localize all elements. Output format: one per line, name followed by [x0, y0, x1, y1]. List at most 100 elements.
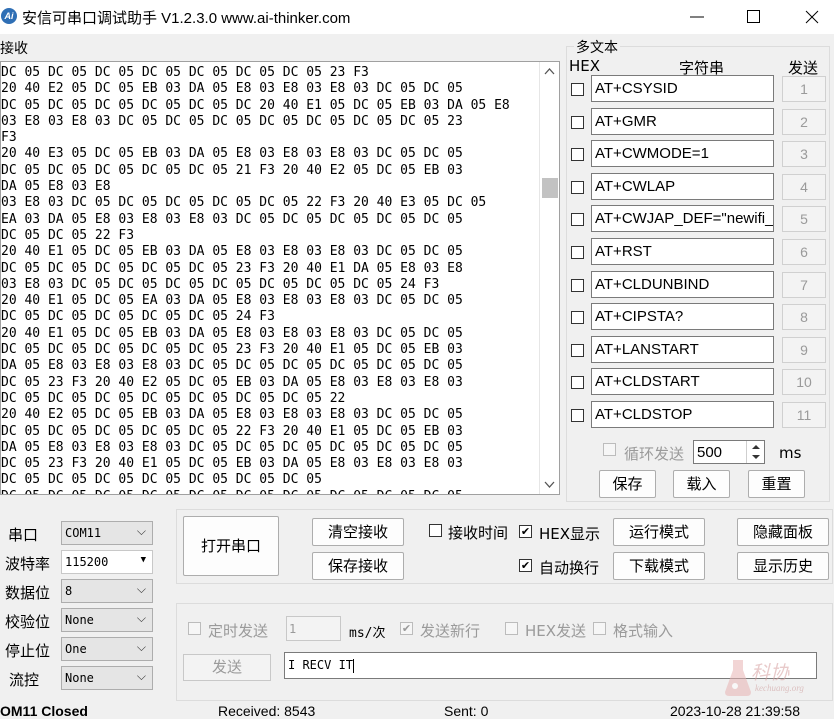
download-mode-button[interactable]: 下载模式	[613, 552, 705, 580]
send-newline-label: 发送新行	[420, 622, 481, 640]
auto-wrap-checkbox[interactable]: ✔	[519, 559, 532, 572]
loop-interval-value: 500	[697, 444, 723, 461]
multi-send-button[interactable]: 10	[782, 369, 826, 396]
multi-hex-checkbox[interactable]	[571, 115, 584, 129]
multi-string-input[interactable]: AT+CWMODE=1	[591, 140, 774, 168]
receive-line: DA 05 E8 03 E8 03 E8 03 DC 05 DC 05 DC 0…	[1, 439, 463, 455]
maximize-icon	[747, 10, 760, 23]
receive-line: DC 05 DC 05 DC 05 DC 05 DC 05 DC 05 DC 0…	[1, 472, 322, 488]
multi-send-button[interactable]: 3	[782, 141, 826, 168]
timed-send-checkbox[interactable]	[188, 622, 201, 635]
format-input-checkbox[interactable]	[593, 622, 606, 635]
maximize-button[interactable]	[725, 0, 781, 34]
watermark-logo: 科协 kechuang.org	[723, 652, 819, 700]
databits-select[interactable]: 8 ⌵	[61, 579, 153, 603]
receive-line: DC 05 DC 05 DC 05 DC 05 DC 05 DC 05 DC 0…	[1, 65, 369, 80]
flow-select[interactable]: None ⌵	[61, 666, 153, 690]
hex-send-label: HEX发送	[525, 622, 587, 640]
multi-hex-checkbox[interactable]	[571, 246, 584, 259]
show-history-button[interactable]: 显示历史	[737, 552, 829, 580]
scroll-up-icon[interactable]	[540, 64, 559, 80]
multi-send-button[interactable]: 9	[782, 336, 826, 363]
multi-hex-checkbox[interactable]	[571, 148, 584, 162]
multi-hex-checkbox[interactable]	[571, 213, 584, 227]
receive-line: DC 05 DC 05 DC 05 DC 05 DC 05 DC 05 DC 0…	[1, 390, 346, 406]
receive-line: DA 05 E8 03 E8	[1, 179, 111, 195]
receive-textarea[interactable]: DC 05 DC 05 DC 05 DC 05 DC 05 DC 05 DC 0…	[0, 61, 560, 495]
baud-select[interactable]: 115200 ▼	[61, 550, 153, 574]
status-bar: OM11 Closed Received: 8543 Sent: 0 2023-…	[0, 701, 834, 719]
multi-send-button[interactable]: 8	[782, 304, 826, 331]
reset-multi-button[interactable]: 重置	[748, 470, 805, 498]
port-select[interactable]: COM11 ⌵	[61, 521, 153, 545]
flow-label: 流控	[9, 671, 40, 689]
interval-input[interactable]: 1	[286, 616, 341, 641]
multi-string-input[interactable]: AT+CLDSTART	[591, 368, 774, 396]
multi-string-input[interactable]: AT+CWJAP_DEF="newifi_	[591, 205, 774, 233]
receive-line: DC 05 23 F3 20 40 E1 05 DC 05 EB 03 DA 0…	[1, 456, 463, 472]
receive-scrollbar[interactable]	[539, 62, 559, 494]
multi-string-input[interactable]: AT+GMR	[591, 107, 774, 135]
multi-hex-checkbox[interactable]	[571, 278, 584, 292]
multi-hex-checkbox[interactable]	[571, 311, 584, 325]
stopbits-value: One	[65, 642, 87, 656]
multi-string-input[interactable]: AT+CWLAP	[591, 172, 774, 200]
stopbits-select[interactable]: One ⌵	[61, 637, 153, 661]
multi-string-input[interactable]: AT+CLDUNBIND	[591, 270, 774, 298]
multi-send-button[interactable]: 1	[782, 76, 826, 102]
loop-send-checkbox[interactable]	[603, 443, 616, 456]
chevron-down-icon: ⌵	[136, 669, 146, 683]
multi-send-button[interactable]: 6	[782, 239, 826, 265]
multi-string-input[interactable]: AT+CLDSTOP	[591, 401, 774, 428]
baud-value: 115200	[65, 555, 109, 569]
caret-down-icon: ▼	[140, 555, 146, 565]
receive-time-checkbox[interactable]	[429, 524, 442, 537]
clear-receive-button[interactable]: 清空接收	[312, 518, 404, 546]
spinner-arrows-icon	[752, 445, 760, 459]
run-mode-button[interactable]: 运行模式	[613, 518, 705, 546]
send-newline-checkbox[interactable]: ✔	[400, 622, 413, 635]
multi-string-input[interactable]: AT+CIPSTA?	[591, 303, 774, 331]
multi-string-input[interactable]: AT+CSYSID	[591, 75, 774, 102]
save-multi-button[interactable]: 保存	[599, 470, 656, 498]
multi-hex-checkbox[interactable]	[571, 409, 584, 422]
receive-line: 20 40 E2 05 DC 05 EB 03 DA 05 E8 03 E8 0…	[1, 407, 463, 423]
multi-send-button[interactable]: 4	[782, 173, 826, 200]
receive-line: 20 40 E1 05 DC 05 EB 03 DA 05 E8 03 E8 0…	[1, 244, 463, 260]
multi-hex-checkbox[interactable]	[571, 376, 584, 390]
receive-line: DC 05 DC 05 DC 05 DC 05 DC 05 DC 20 40 E…	[1, 97, 510, 113]
multi-text-title: 多文本	[574, 37, 620, 57]
text-cursor	[353, 658, 355, 673]
close-button[interactable]	[781, 0, 834, 34]
databits-value: 8	[65, 584, 73, 598]
receive-line: 03 E8 03 DC 05 DC 05 DC 05 DC 05 DC 05 D…	[1, 276, 440, 292]
parity-select[interactable]: None ⌵	[61, 608, 153, 632]
multi-string-input[interactable]: AT+RST	[591, 238, 774, 265]
load-multi-button[interactable]: 载入	[673, 470, 730, 498]
checkmark-icon: ✔	[401, 622, 412, 635]
multi-send-button[interactable]: 7	[782, 271, 826, 298]
multi-send-button[interactable]: 5	[782, 206, 826, 233]
scroll-thumb[interactable]	[542, 178, 558, 198]
hex-send-checkbox[interactable]	[505, 622, 518, 635]
loop-spinner[interactable]	[746, 441, 764, 463]
multi-hex-checkbox[interactable]	[571, 180, 584, 194]
send-button[interactable]: 发送	[183, 654, 271, 681]
checkmark-icon: ✔	[520, 525, 531, 538]
multi-hex-checkbox[interactable]	[571, 83, 584, 96]
save-receive-button[interactable]: 保存接收	[312, 552, 404, 580]
hide-panel-button[interactable]: 隐藏面板	[737, 518, 829, 546]
receive-line: EA 03 DA 05 E8 03 E8 03 E8 03 DC 05 DC 0…	[1, 211, 463, 227]
loop-interval-input[interactable]: 500	[693, 440, 765, 464]
scroll-down-icon[interactable]	[540, 476, 559, 492]
minimize-button[interactable]	[669, 0, 725, 34]
multi-hex-checkbox[interactable]	[571, 343, 584, 357]
chevron-down-icon: ⌵	[136, 524, 146, 538]
multi-send-button[interactable]: 11	[782, 402, 826, 428]
open-port-button[interactable]: 打开串口	[183, 516, 279, 576]
multi-string-input[interactable]: AT+LANSTART	[591, 335, 774, 363]
send-header: 发送	[788, 59, 819, 77]
multi-send-button[interactable]: 2	[782, 108, 826, 135]
sent-count: Sent: 0	[444, 703, 489, 719]
hex-display-checkbox[interactable]: ✔	[519, 525, 532, 538]
